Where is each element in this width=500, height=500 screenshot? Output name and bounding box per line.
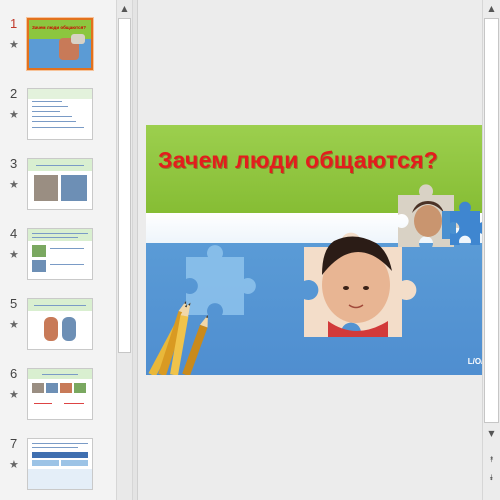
slide-thumbnail-2[interactable]: 2 ★ xyxy=(0,86,116,156)
slide-preview xyxy=(27,298,93,350)
scrollbar-thumb[interactable] xyxy=(118,18,131,353)
slide-preview: Зачем люди общаются? xyxy=(26,17,94,71)
slide-preview xyxy=(27,438,93,490)
slide-thumbnail-4[interactable]: 4 ★ xyxy=(0,226,116,296)
animation-star-icon: ★ xyxy=(9,178,19,191)
animation-star-icon: ★ xyxy=(9,108,19,121)
slide-preview xyxy=(27,368,93,420)
slide-thumbnail-1[interactable]: 1 ★ Зачем люди общаются? xyxy=(0,16,116,86)
animation-star-icon: ★ xyxy=(9,318,19,331)
slide-thumbnail-5[interactable]: 5 ★ xyxy=(0,296,116,366)
scroll-up-arrow-icon[interactable]: ▲ xyxy=(117,0,132,17)
slide-thumbnail-7[interactable]: 7 ★ xyxy=(0,436,116,500)
slide-thumbnail-pane: 1 ★ Зачем люди общаются? 2 ★ 3 ★ 4 ★ 5 ★… xyxy=(0,0,116,500)
slide-number: 4 xyxy=(10,226,18,241)
slide-number: 2 xyxy=(10,86,18,101)
slide-number: 7 xyxy=(10,436,18,451)
thumbnail-scrollbar[interactable]: ▲ xyxy=(116,0,133,500)
slide-preview xyxy=(27,228,93,280)
next-slide-icon[interactable]: ⯯ xyxy=(483,470,500,486)
slide-thumbnail-3[interactable]: 3 ★ xyxy=(0,156,116,226)
slide-number: 6 xyxy=(10,366,18,381)
previous-slide-icon[interactable]: ⯭ xyxy=(483,452,500,468)
puzzle-piece-icon xyxy=(186,245,256,315)
slide-thumbnail-6[interactable]: 6 ★ xyxy=(0,366,116,436)
scroll-up-arrow-icon[interactable]: ▲ xyxy=(483,0,500,17)
child-photo-puzzle-piece xyxy=(304,232,417,337)
current-slide[interactable]: Зачем люди общаются? L/O/G/O xyxy=(146,125,500,375)
slide-number: 5 xyxy=(10,296,18,311)
slide-title[interactable]: Зачем люди общаются? xyxy=(158,147,438,174)
slide-preview-title: Зачем люди общаются? xyxy=(32,25,86,30)
slide-number: 3 xyxy=(10,156,18,171)
animation-star-icon: ★ xyxy=(9,388,19,401)
animation-star-icon: ★ xyxy=(9,38,19,51)
scroll-down-arrow-icon[interactable]: ▼ xyxy=(483,425,500,442)
editor-scrollbar[interactable]: ▲ ▼ ⯭ ⯯ xyxy=(482,0,500,500)
slide-preview xyxy=(27,88,93,140)
slide-number: 1 xyxy=(10,16,18,31)
scrollbar-thumb[interactable] xyxy=(484,18,499,423)
animation-star-icon: ★ xyxy=(9,458,19,471)
animation-star-icon: ★ xyxy=(9,248,19,261)
slide-preview xyxy=(27,158,93,210)
